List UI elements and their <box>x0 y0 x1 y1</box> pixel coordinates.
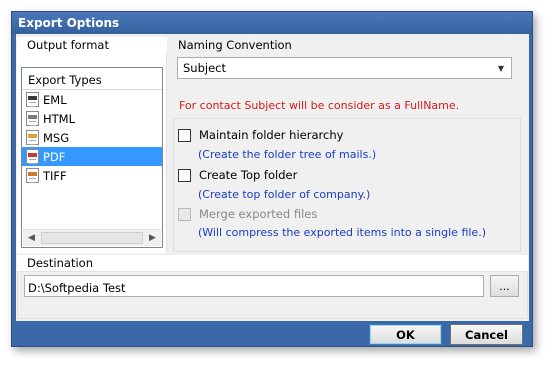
naming-selected-value: Subject <box>183 61 226 75</box>
window-title: Export Options <box>12 12 532 34</box>
export-types-header: Export Types <box>22 68 162 90</box>
cancel-button[interactable]: Cancel <box>450 324 523 345</box>
html-file-icon <box>26 111 39 126</box>
naming-convention-label: Naming Convention <box>178 38 292 52</box>
list-item-label: EML <box>43 92 67 107</box>
eml-file-icon <box>26 92 39 107</box>
list-item-html[interactable]: HTML <box>22 109 162 128</box>
merge-files-checkbox: Merge exported files <box>178 207 317 221</box>
ok-button[interactable]: OK <box>369 324 442 345</box>
list-item-pdf[interactable]: PDF <box>22 147 162 166</box>
dialog-footer: OK Cancel <box>12 321 532 347</box>
list-item-eml[interactable]: EML <box>22 90 162 109</box>
checkbox-box <box>178 207 191 221</box>
output-format-label: Output format <box>17 37 167 53</box>
chevron-down-icon[interactable]: ▼ <box>495 61 507 75</box>
scroll-left-icon[interactable]: ◀ <box>23 230 40 246</box>
list-item-label: MSG <box>43 130 70 145</box>
naming-convention-select[interactable]: Subject ▼ <box>177 57 512 79</box>
browse-button[interactable]: ... <box>490 275 519 297</box>
list-item-label: HTML <box>43 111 76 126</box>
checkbox-box[interactable] <box>178 168 191 182</box>
option-description: (Create top folder of company.) <box>198 188 371 201</box>
maintain-hierarchy-checkbox[interactable]: Maintain folder hierarchy <box>178 128 343 142</box>
list-item-msg[interactable]: MSG <box>22 128 162 147</box>
destination-path-input[interactable] <box>24 275 484 297</box>
scroll-right-icon[interactable]: ▶ <box>144 230 161 246</box>
tiff-file-icon <box>26 168 39 183</box>
dialog-client-area: Output format Export Types EML HTML MSG <box>16 34 529 321</box>
horizontal-scrollbar[interactable]: ◀ ▶ <box>23 229 161 246</box>
create-top-folder-checkbox[interactable]: Create Top folder <box>178 168 297 182</box>
list-item-label: TIFF <box>43 168 67 183</box>
msg-file-icon <box>26 130 39 145</box>
scrollbar-thumb[interactable] <box>41 232 143 244</box>
list-item-tiff[interactable]: TIFF <box>22 166 162 185</box>
naming-note: For contact Subject will be consider as … <box>179 99 460 112</box>
option-label: Maintain folder hierarchy <box>199 128 344 142</box>
destination-label: Destination <box>17 255 528 271</box>
checkbox-box[interactable] <box>178 128 191 142</box>
option-label: Create Top folder <box>199 168 298 182</box>
list-item-label: PDF <box>43 149 66 164</box>
export-options-window: Export Options Output format Export Type… <box>11 11 533 347</box>
option-description: (Create the folder tree of mails.) <box>198 148 377 161</box>
destination-group: ... <box>17 271 528 319</box>
option-label: Merge exported files <box>199 207 318 221</box>
option-description: (Will compress the exported items into a… <box>198 226 486 239</box>
output-format-group: Export Types EML HTML MSG PDF TIFF ◀ ▶ <box>17 53 167 253</box>
pdf-file-icon <box>26 149 39 164</box>
export-types-list[interactable]: Export Types EML HTML MSG PDF TIFF ◀ ▶ <box>21 67 163 248</box>
